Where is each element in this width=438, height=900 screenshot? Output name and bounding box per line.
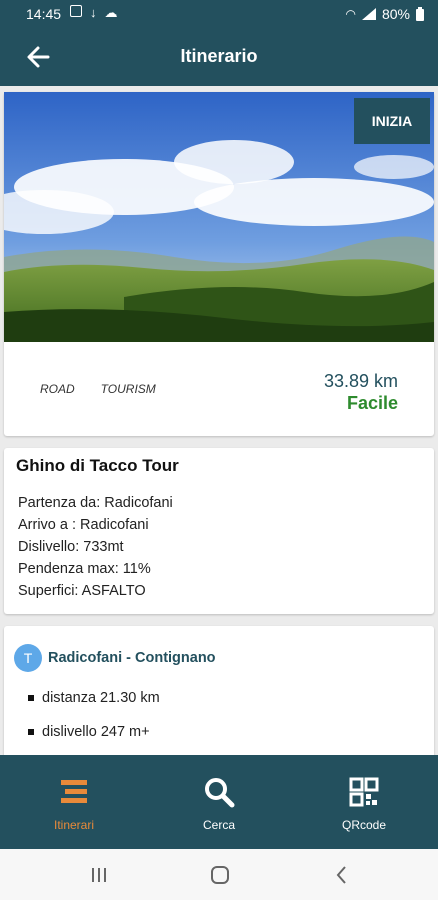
nav-qrcode[interactable]: QRcode: [314, 775, 414, 832]
wifi-icon: ◠: [345, 7, 356, 21]
status-icons-right: ◠ 80%: [345, 6, 424, 22]
segment-item: distanza 21.30 km: [28, 690, 160, 706]
route-difficulty: Facile: [346, 393, 398, 413]
detail-row: Superfici: ASFALTO: [18, 583, 146, 599]
bottom-navigation: Itinerari Cerca QRcode: [0, 755, 438, 849]
home-icon[interactable]: [208, 863, 232, 887]
start-button[interactable]: INIZIA: [354, 98, 430, 144]
app-bar: Itinerario: [0, 28, 438, 86]
tour-details: Partenza da: Radicofani Arrivo a : Radic…: [18, 492, 173, 602]
search-icon: [205, 778, 235, 808]
route-tags: ROAD TOURISM: [40, 382, 156, 396]
nav-label: Cerca: [202, 818, 235, 832]
cloud-icon: ☁: [104, 5, 118, 20]
bullet-icon: [28, 695, 34, 701]
system-navigation: [0, 849, 438, 900]
tour-title: Ghino di Tacco Tour: [16, 456, 179, 475]
nav-cerca[interactable]: Cerca: [169, 775, 269, 832]
back-nav-icon[interactable]: [330, 863, 354, 887]
tag: TOURISM: [100, 382, 156, 396]
nav-label: Itinerari: [53, 818, 94, 832]
segment-card[interactable]: T Radicofani - Contignano distanza 21.30…: [4, 626, 434, 766]
status-bar: 14:45 ↓ ☁ ◠ 80%: [0, 0, 438, 28]
bullet-icon: [28, 729, 34, 735]
qrcode-icon: [349, 777, 379, 807]
segment-item: dislivello 247 m+: [28, 724, 150, 740]
segment-item-label: distanza 21.30 km: [42, 690, 160, 706]
download-icon: ↓: [90, 5, 97, 20]
detail-row: Pendenza max: 11%: [18, 561, 151, 577]
segment-item-label: dislivello 247 m+: [42, 724, 150, 740]
status-time: 14:45: [26, 6, 62, 22]
page-title: Itinerario: [180, 46, 258, 66]
segment-title: Radicofani - Contignano: [48, 650, 216, 666]
detail-row: Dislivello: 733mt: [18, 539, 124, 555]
battery-percent: 80%: [381, 6, 410, 22]
recent-apps-icon[interactable]: [87, 863, 111, 887]
tour-info-card: Ghino di Tacco Tour Partenza da: Radicof…: [4, 448, 434, 614]
nav-label: QRcode: [341, 818, 387, 832]
detail-row: Arrivo a : Radicofani: [18, 517, 149, 533]
battery-icon: [416, 7, 424, 21]
status-icons-left: ↓ ☁: [70, 5, 118, 21]
signal-icon: [361, 8, 376, 20]
route-hero-card: INIZIA ROAD TOURISM 33.89 km Facile: [4, 92, 434, 436]
nav-itinerari[interactable]: Itinerari: [24, 775, 124, 832]
image-icon: [70, 5, 82, 17]
segment-badge: T: [14, 644, 42, 672]
tag: ROAD: [40, 382, 75, 396]
route-distance: 33.89 km: [323, 371, 398, 391]
list-icon: [61, 780, 87, 803]
detail-row: Partenza da: Radicofani: [18, 495, 173, 511]
